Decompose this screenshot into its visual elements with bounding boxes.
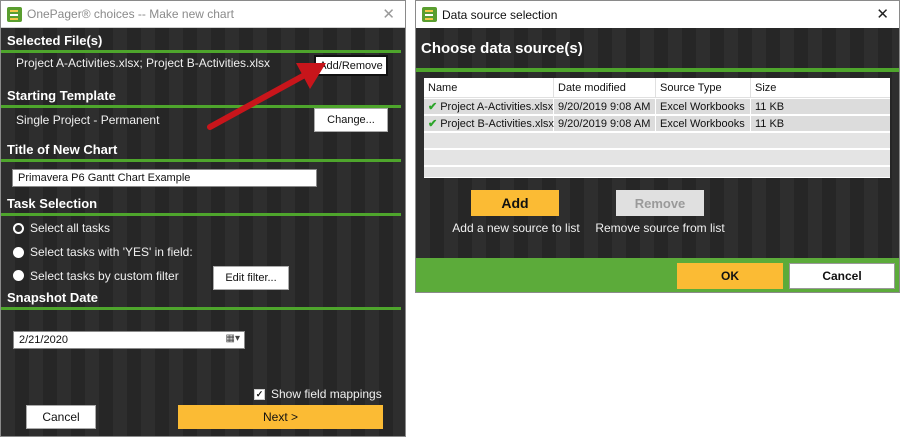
onepager-app-icon xyxy=(422,7,437,22)
empty-row xyxy=(424,150,890,166)
radio-select-custom-filter-label: Select tasks by custom filter xyxy=(30,269,179,283)
radio-select-all-label: Select all tasks xyxy=(30,221,111,235)
left-window-title: OnePager® choices -- Make new chart xyxy=(27,7,234,21)
show-field-mappings-label: Show field mappings xyxy=(271,387,382,401)
red-arrow-icon xyxy=(207,63,326,130)
close-icon[interactable]: ✕ xyxy=(382,5,395,23)
onepager-app-icon xyxy=(7,7,22,22)
add-source-caption: Add a new source to list xyxy=(452,221,580,235)
remove-source-caption: Remove source from list xyxy=(595,221,725,235)
choose-data-source-heading: Choose data source(s) xyxy=(421,40,583,57)
task-selection-heading: Task Selection xyxy=(1,196,405,216)
data-source-selection-window: Data source selection ✕ Choose data sour… xyxy=(415,0,900,293)
row-name-cell: ✔ Project B-Activities.xlsx xyxy=(424,116,554,132)
row-date-cell: 9/20/2019 9:08 AM xyxy=(554,99,656,115)
column-header-type[interactable]: Source Type xyxy=(656,78,751,98)
remove-source-button[interactable]: Remove xyxy=(616,190,704,216)
snapshot-date-value: 2/21/2020 xyxy=(19,334,68,346)
row-size-cell: 11 KB xyxy=(755,101,785,113)
left-titlebar: OnePager® choices -- Make new chart ✕ xyxy=(1,1,405,28)
divider xyxy=(416,68,899,72)
close-icon[interactable]: ✕ xyxy=(876,5,889,23)
green-checkmark-icon: ✔ xyxy=(428,101,438,113)
cancel-button[interactable]: Cancel xyxy=(789,263,895,289)
starting-template-value: Single Project - Permanent xyxy=(16,113,160,127)
radio-select-yes-field-label: Select tasks with 'YES' in field: xyxy=(30,245,193,259)
right-window-title: Data source selection xyxy=(442,7,558,22)
snapshot-date-heading: Snapshot Date xyxy=(1,290,405,310)
cancel-button[interactable]: Cancel xyxy=(26,405,96,429)
row-date-cell: 9/20/2019 9:08 AM xyxy=(554,116,656,132)
row-type-cell: Excel Workbooks xyxy=(656,99,751,115)
radio-select-all[interactable] xyxy=(13,223,24,234)
row-name-text: Project A-Activities.xlsx xyxy=(440,101,554,113)
snapshot-date-picker[interactable]: 2/21/2020 ▦▾ xyxy=(13,331,245,349)
edit-filter-button[interactable]: Edit filter... xyxy=(213,266,289,290)
right-titlebar: Data source selection ✕ xyxy=(416,1,899,28)
chart-title-input[interactable]: Primavera P6 Gantt Chart Example xyxy=(12,169,317,187)
show-field-mappings-checkbox[interactable]: ✓ xyxy=(254,389,265,400)
calendar-dropdown-icon[interactable]: ▦▾ xyxy=(226,333,240,344)
data-source-table: Name Date modified Source Type Size ✔ Pro… xyxy=(424,78,890,178)
radio-select-yes-field[interactable] xyxy=(13,247,24,258)
right-window-body: Choose data source(s) Name Date modified… xyxy=(416,28,899,292)
row-name-text: Project B-Activities.xlsx xyxy=(440,118,554,130)
radio-select-custom-filter[interactable] xyxy=(13,270,24,281)
next-button[interactable]: Next > xyxy=(178,405,383,429)
column-header-size[interactable]: Size xyxy=(751,78,890,98)
green-checkmark-icon: ✔ xyxy=(428,118,438,130)
table-header: Name Date modified Source Type Size xyxy=(424,78,890,98)
empty-row xyxy=(424,133,890,149)
column-header-date[interactable]: Date modified xyxy=(554,78,656,98)
table-row[interactable]: ✔ Project A-Activities.xlsx 9/20/2019 9:0… xyxy=(424,99,890,115)
selected-files-heading: Selected File(s) xyxy=(1,33,405,53)
ok-button[interactable]: OK xyxy=(677,263,783,289)
row-type-cell: Excel Workbooks xyxy=(656,116,751,132)
add-source-button[interactable]: Add xyxy=(471,190,559,216)
empty-row xyxy=(424,167,890,178)
table-row[interactable]: ✔ Project B-Activities.xlsx 9/20/2019 9:0… xyxy=(424,116,890,132)
row-name-cell: ✔ Project A-Activities.xlsx xyxy=(424,99,554,115)
row-size-cell: 11 KB xyxy=(755,118,785,130)
column-header-name[interactable]: Name xyxy=(424,78,554,98)
